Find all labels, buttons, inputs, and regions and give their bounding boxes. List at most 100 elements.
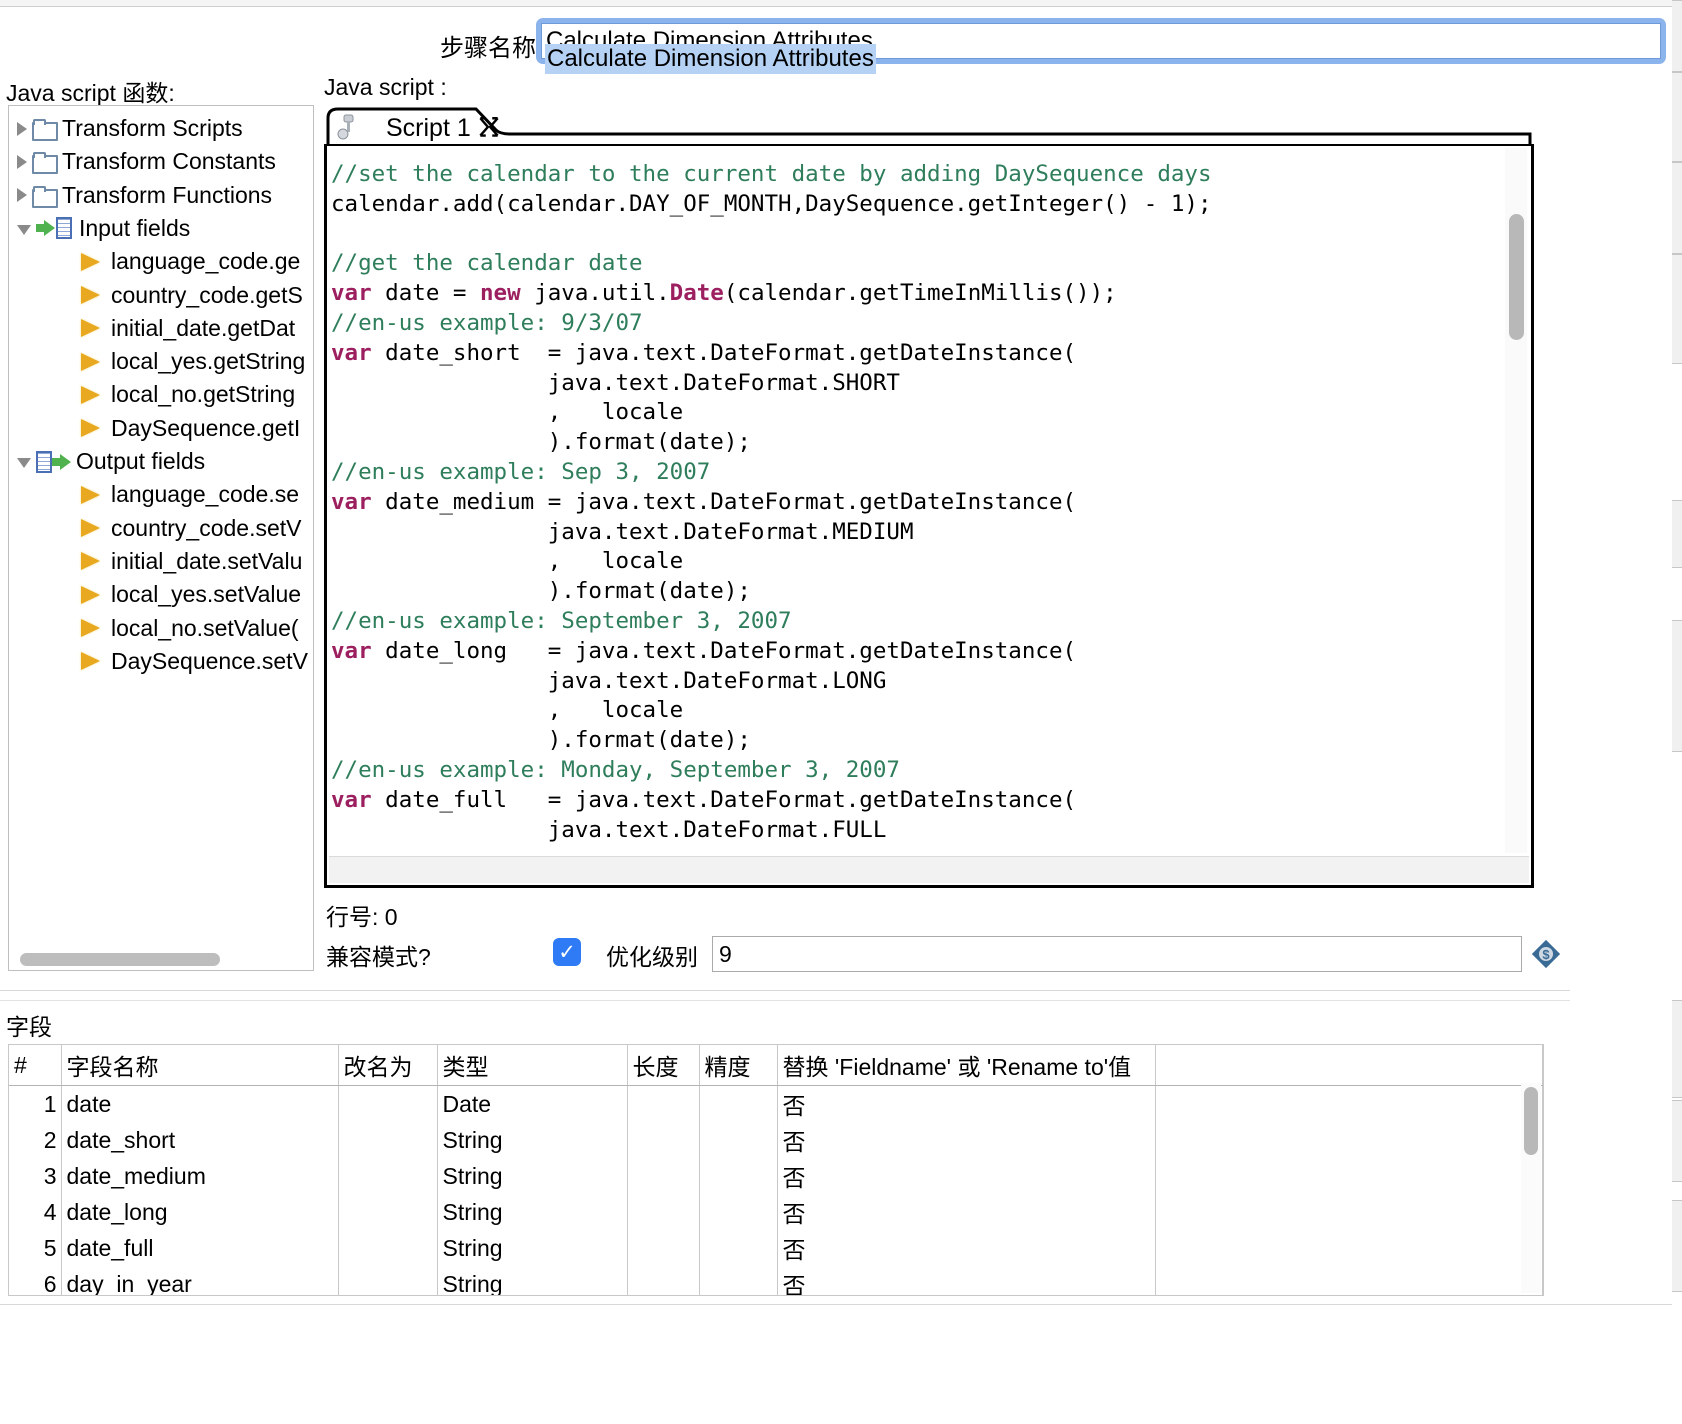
fields-table-vertical-scrollbar[interactable] — [1521, 1083, 1541, 1293]
tree-horizontal-scrollbar[interactable] — [10, 950, 312, 968]
tree-item-country-code-gets[interactable]: country_code.getS — [9, 279, 303, 312]
fields-table-cell[interactable]: 否 — [777, 1085, 1156, 1122]
fields-table-cell[interactable] — [699, 1194, 778, 1230]
fields-column-header[interactable]: 精度 — [699, 1045, 778, 1086]
fields-table-row[interactable]: 3 date_medium String 否 — [9, 1158, 1543, 1194]
fields-table-cell[interactable]: 5 — [9, 1230, 62, 1266]
tree-item-language-code-ge[interactable]: language_code.ge — [9, 245, 300, 278]
tree-item-local-yes-getstring[interactable]: local_yes.getString — [9, 345, 305, 378]
variable-diamond-icon[interactable]: $ — [1530, 938, 1562, 970]
fields-table-cell[interactable]: 3 — [9, 1158, 62, 1194]
fields-table-cell[interactable] — [1155, 1266, 1543, 1295]
tree-item-transform-scripts[interactable]: Transform Scripts — [9, 112, 243, 145]
fields-table-cell[interactable]: date_short — [61, 1122, 339, 1158]
fields-column-header[interactable]: 替换 'Fieldname' 或 'Rename to'值 — [777, 1045, 1156, 1086]
fields-table-cell[interactable]: 4 — [9, 1194, 62, 1230]
fields-table-cell[interactable] — [699, 1266, 778, 1295]
optimization-level-input[interactable] — [712, 936, 1522, 972]
fields-table-row[interactable]: 5 date_full String 否 — [9, 1230, 1543, 1266]
fields-table-cell[interactable] — [699, 1230, 778, 1266]
chevron-right-icon[interactable] — [17, 188, 27, 203]
fields-table-cell[interactable] — [699, 1158, 778, 1194]
fields-table-cell[interactable] — [627, 1194, 700, 1230]
fields-table-cell[interactable]: date_full — [61, 1230, 339, 1266]
fields-table-cell[interactable] — [338, 1085, 438, 1122]
fields-table-cell[interactable] — [338, 1230, 438, 1266]
tree-item-local-no-getstring[interactable]: local_no.getString — [9, 378, 295, 411]
fields-table-cell[interactable]: String — [437, 1230, 628, 1266]
right-toolbar-segment[interactable] — [1672, 0, 1682, 72]
script-editor-body[interactable]: //set the calendar to the current date b… — [324, 144, 1534, 888]
tree-item-language-code-se[interactable]: language_code.se — [9, 478, 299, 511]
script-tab-label[interactable]: Script 1 — [386, 114, 471, 143]
fields-table-cell[interactable] — [627, 1085, 700, 1122]
tree-item-input-fields[interactable]: Input fields — [9, 212, 190, 245]
js-functions-tree-panel[interactable]: Transform Scripts Transform Constants Tran… — [8, 105, 314, 971]
right-toolbar-segment[interactable] — [1672, 72, 1682, 162]
fields-table-cell[interactable]: 否 — [777, 1266, 1156, 1295]
fields-table-container[interactable]: # 字段名称 改名为 类型 长度 精度 替换 'Fieldname' 或 'Rename t… — [8, 1044, 1544, 1296]
fields-table-vertical-scrollbar-thumb[interactable] — [1524, 1087, 1538, 1155]
fields-table-cell[interactable] — [1155, 1230, 1543, 1266]
fields-table-cell[interactable]: 否 — [777, 1194, 1156, 1230]
fields-table-cell[interactable] — [627, 1230, 700, 1266]
fields-table-cell[interactable]: date_long — [61, 1194, 339, 1230]
fields-table-cell[interactable] — [338, 1194, 438, 1230]
compatibility-mode-checkbox[interactable]: ✓ — [553, 938, 581, 966]
fields-table-cell[interactable] — [699, 1085, 778, 1122]
fields-column-header[interactable]: 字段名称 — [61, 1045, 339, 1086]
fields-table-cell[interactable]: String — [437, 1266, 628, 1295]
fields-table-cell[interactable] — [1155, 1085, 1543, 1122]
fields-table-cell[interactable]: 否 — [777, 1122, 1156, 1158]
fields-table-cell[interactable]: 否 — [777, 1158, 1156, 1194]
script-code-text[interactable]: //set the calendar to the current date b… — [327, 146, 1501, 855]
fields-table-cell[interactable] — [338, 1158, 438, 1194]
fields-table-cell[interactable]: date_medium — [61, 1158, 339, 1194]
fields-table-row[interactable]: 2 date_short String 否 — [9, 1122, 1543, 1158]
fields-table-cell[interactable]: 1 — [9, 1085, 62, 1122]
fields-table-cell[interactable]: String — [437, 1122, 628, 1158]
fields-table-cell[interactable]: 否 — [777, 1230, 1156, 1266]
fields-table-cell[interactable] — [627, 1266, 700, 1295]
fields-table-cell[interactable] — [1155, 1122, 1543, 1158]
right-toolbar-segment[interactable] — [1672, 1000, 1682, 1098]
fields-table-cell[interactable]: String — [437, 1158, 628, 1194]
fields-table-cell[interactable] — [627, 1122, 700, 1158]
tree-item-country-code-setv[interactable]: country_code.setV — [9, 512, 302, 545]
fields-table-cell[interactable]: Date — [437, 1085, 628, 1122]
tree-item-local-yes-setvalue[interactable]: local_yes.setValue — [9, 578, 301, 611]
fields-table-cell[interactable] — [699, 1122, 778, 1158]
tree-item-daysequence-setv[interactable]: DaySequence.setV — [9, 645, 308, 678]
fields-table-row[interactable]: 4 date_long String 否 — [9, 1194, 1543, 1230]
fields-table-cell[interactable]: String — [437, 1194, 628, 1230]
right-toolbar-segment[interactable] — [1672, 1100, 1682, 1182]
chevron-down-icon[interactable] — [17, 224, 31, 235]
fields-column-header[interactable]: 类型 — [437, 1045, 628, 1086]
chevron-right-icon[interactable] — [17, 154, 27, 169]
fields-table-cell[interactable] — [627, 1158, 700, 1194]
script-tab-close-icon[interactable] — [476, 115, 502, 141]
tree-item-output-fields[interactable]: Output fields — [9, 445, 205, 478]
right-toolbar-segment[interactable] — [1672, 254, 1682, 364]
tree-item-local-no-setvalue[interactable]: local_no.setValue( — [9, 612, 299, 645]
fields-column-header[interactable]: 长度 — [627, 1045, 700, 1086]
chevron-right-icon[interactable] — [17, 121, 27, 136]
fields-table-cell[interactable]: day_in_year — [61, 1266, 339, 1295]
fields-column-header[interactable] — [1155, 1045, 1543, 1086]
tree-item-initial-date-getdat[interactable]: initial_date.getDat — [9, 312, 295, 345]
fields-table-cell[interactable]: 6 — [9, 1266, 62, 1295]
fields-table-cell[interactable]: 2 — [9, 1122, 62, 1158]
script-vertical-scrollbar[interactable] — [1505, 148, 1527, 853]
fields-table-cell[interactable] — [1155, 1194, 1543, 1230]
tree-item-transform-functions[interactable]: Transform Functions — [9, 179, 272, 212]
tree-item-initial-date-setvalu[interactable]: initial_date.setValu — [9, 545, 302, 578]
right-toolbar-segment[interactable] — [1672, 500, 1682, 568]
tree-horizontal-scrollbar-thumb[interactable] — [20, 953, 220, 966]
script-vertical-scrollbar-thumb[interactable] — [1509, 214, 1524, 340]
chevron-down-icon[interactable] — [17, 458, 31, 468]
fields-table-row[interactable]: 1 date Date 否 — [9, 1085, 1543, 1122]
fields-table-row[interactable]: 6 day_in_year String 否 — [9, 1266, 1543, 1295]
fields-table-cell[interactable] — [338, 1266, 438, 1295]
right-toolbar-segment[interactable] — [1672, 1200, 1682, 1292]
fields-table-cell[interactable] — [338, 1122, 438, 1158]
